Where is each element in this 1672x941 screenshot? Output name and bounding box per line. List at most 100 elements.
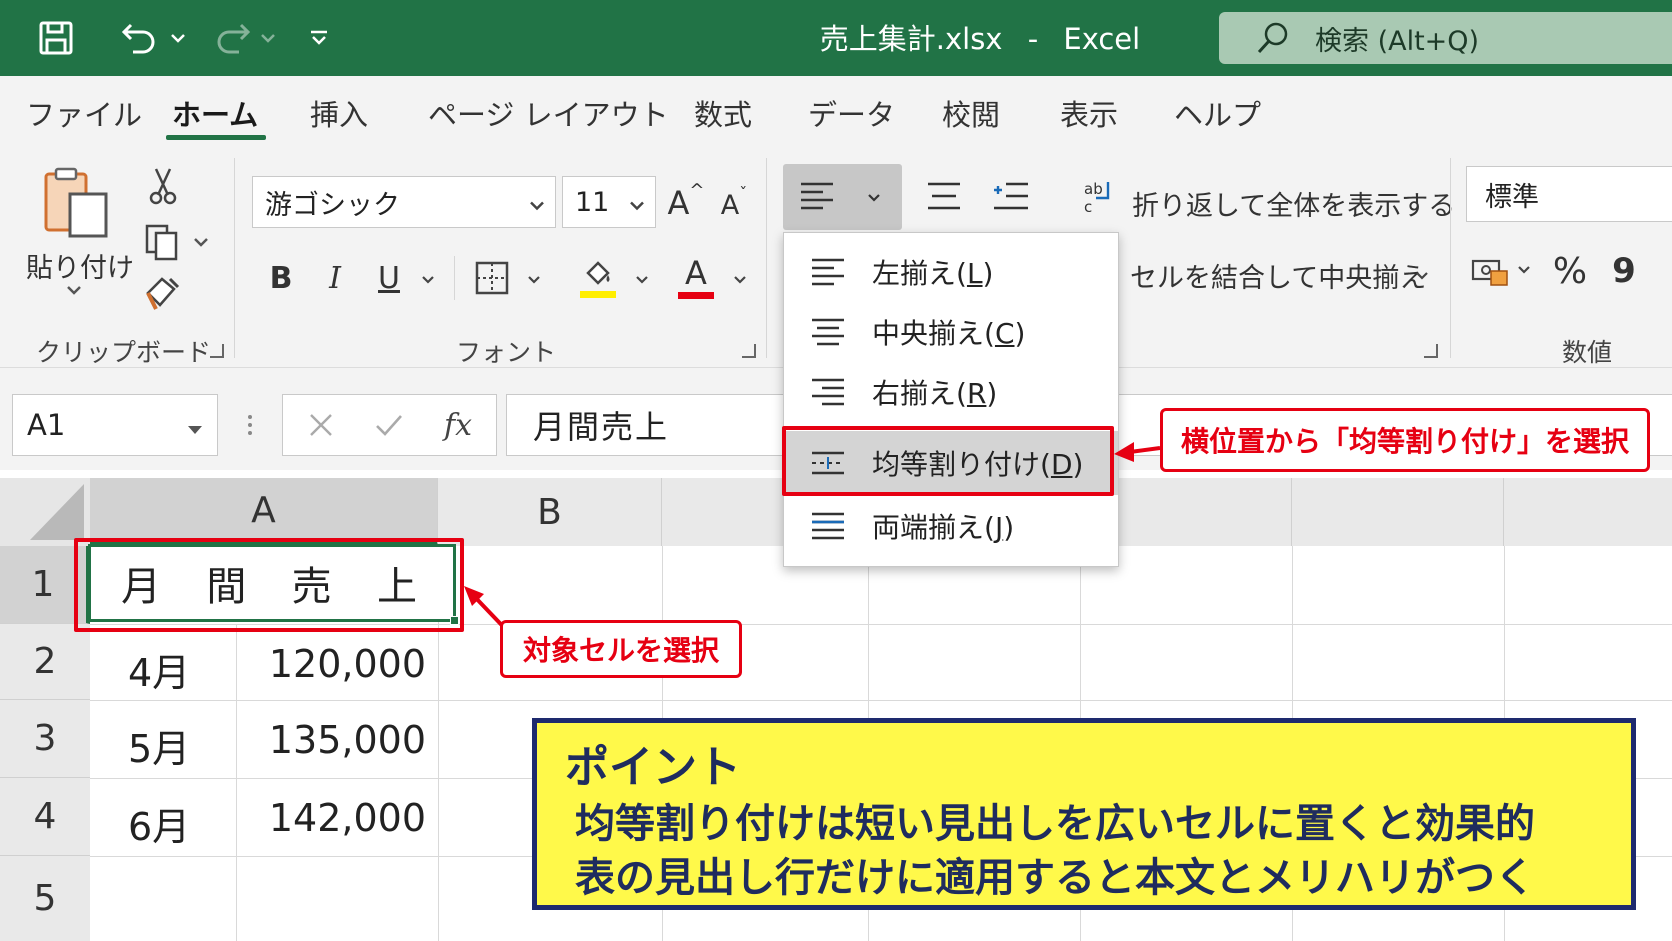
format-painter-icon[interactable]: [142, 274, 182, 314]
select-all-button[interactable]: [0, 478, 90, 546]
merge-center-button[interactable]: セルを結合して中央揃え: [1130, 256, 1426, 295]
column-header-f[interactable]: [1292, 478, 1504, 546]
column-header-a[interactable]: A: [90, 478, 438, 546]
paste-button[interactable]: 貼り付け: [26, 246, 134, 285]
search-box[interactable]: 検索 (Alt+Q): [1219, 12, 1672, 64]
menu-item-accesskey: R: [966, 377, 987, 410]
cancel-entry-icon[interactable]: [303, 407, 339, 443]
increase-font-size-icon[interactable]: A ^: [666, 180, 706, 226]
cell-month[interactable]: 4月: [128, 642, 190, 697]
title-separator: -: [1027, 22, 1039, 56]
font-name-chevron-icon[interactable]: [529, 187, 545, 218]
decrease-font-size-icon[interactable]: Aˇ: [716, 184, 752, 226]
undo-icon[interactable]: [118, 14, 162, 62]
active-tab-indicator: [166, 135, 266, 140]
cell-amount[interactable]: 142,000: [269, 796, 426, 840]
search-icon: [1253, 18, 1293, 58]
vertical-align-icon[interactable]: [924, 176, 964, 216]
accounting-format-icon[interactable]: [1470, 252, 1510, 292]
point-title: ポイント: [565, 742, 741, 793]
borders-dropdown-chevron-icon[interactable]: [524, 272, 544, 286]
menu-item-justify[interactable]: 両端揃え(J): [784, 497, 1118, 555]
cell-month[interactable]: 5月: [128, 718, 190, 773]
column-header-b[interactable]: B: [438, 478, 662, 546]
accounting-format-chevron-icon[interactable]: [1514, 262, 1534, 276]
column-header-g[interactable]: [1504, 478, 1672, 546]
tab-page-layout[interactable]: ページ レイアウト: [428, 92, 669, 134]
group-separator: [234, 158, 235, 358]
redo-dropdown-chevron-icon[interactable]: [256, 14, 280, 62]
formula-bar-resize-handle-icon[interactable]: [240, 408, 260, 442]
ribbon-tabs: ファイル ホーム 挿入 ページ レイアウト 数式 データ 校閲 表示 ヘルプ: [0, 76, 1672, 142]
font-size-combo[interactable]: 11: [562, 176, 656, 228]
insert-function-button[interactable]: fx: [437, 405, 479, 445]
tab-help[interactable]: ヘルプ: [1174, 92, 1261, 134]
point-line: 均等割り付けは短い見出しを広いセルに置くと効果的: [575, 801, 1535, 847]
font-group-label: フォント: [456, 338, 557, 367]
font-color-dropdown-chevron-icon[interactable]: [730, 272, 750, 286]
copy-icon[interactable]: [142, 222, 182, 262]
increase-indent-icon[interactable]: [990, 176, 1032, 216]
horizontal-align-button[interactable]: [783, 164, 902, 230]
tab-home[interactable]: ホーム: [172, 92, 258, 134]
wrap-text-button[interactable]: 折り返して全体を表示する: [1132, 184, 1455, 223]
horizontal-align-menu: 左揃え(L) 中央揃え(C) 右揃え(R) 均等割り付け(D) 両端揃え(J): [783, 232, 1119, 567]
copy-dropdown-chevron-icon[interactable]: [190, 234, 212, 250]
cell-amount[interactable]: 135,000: [269, 718, 426, 762]
font-name-combo[interactable]: 游ゴシック: [252, 176, 556, 228]
undo-dropdown-chevron-icon[interactable]: [166, 14, 190, 62]
align-justify-icon: [812, 512, 844, 540]
point-note-box: ポイント 均等割り付けは短い見出しを広いセルに置くと効果的 表の見出し行だけに適…: [532, 718, 1636, 910]
merge-center-chevron-icon[interactable]: [1412, 268, 1432, 282]
tab-formulas[interactable]: 数式: [694, 92, 752, 134]
borders-icon[interactable]: [472, 256, 512, 300]
save-icon[interactable]: [34, 14, 78, 62]
comma-style-button[interactable]: 9: [1606, 246, 1642, 296]
tab-review[interactable]: 校閲: [942, 92, 1000, 134]
alignment-dialog-launcher-icon[interactable]: [1424, 344, 1438, 358]
row-header-3[interactable]: 3: [0, 700, 90, 778]
percent-style-button[interactable]: %: [1548, 246, 1592, 296]
tab-insert[interactable]: 挿入: [310, 92, 368, 134]
row-header-5[interactable]: 5: [0, 856, 90, 941]
menu-item-accesskey: C: [994, 317, 1015, 350]
font-color-icon[interactable]: A: [676, 252, 716, 302]
cell-month[interactable]: 6月: [128, 796, 190, 851]
menu-item-label: 左揃え(: [872, 257, 967, 290]
font-dialog-launcher-icon[interactable]: [742, 344, 756, 358]
row-header-2[interactable]: 2: [0, 624, 90, 700]
customize-qat-icon[interactable]: [304, 14, 334, 62]
tab-data[interactable]: データ: [808, 92, 895, 134]
underline-button[interactable]: U: [372, 256, 406, 300]
clipboard-dialog-launcher-icon[interactable]: [210, 344, 224, 358]
italic-button[interactable]: I: [318, 256, 352, 300]
application-name: Excel: [1063, 22, 1141, 56]
name-box-value: A1: [27, 408, 66, 442]
menu-item-align-right[interactable]: 右揃え(R): [784, 363, 1118, 421]
menu-item-align-left[interactable]: 左揃え(L): [784, 243, 1118, 301]
number-format-combo[interactable]: 標準: [1466, 166, 1672, 222]
bold-button[interactable]: B: [264, 256, 298, 300]
font-color-swatch: [678, 291, 714, 299]
fill-color-dropdown-chevron-icon[interactable]: [632, 272, 652, 286]
cell-amount[interactable]: 120,000: [269, 642, 426, 686]
cut-icon[interactable]: [146, 166, 180, 206]
underline-dropdown-chevron-icon[interactable]: [418, 272, 438, 286]
menu-item-align-center[interactable]: 中央揃え(C): [784, 303, 1118, 361]
font-size-chevron-icon[interactable]: [629, 187, 645, 218]
tab-file[interactable]: ファイル: [26, 92, 142, 134]
menu-item-label-end: ): [982, 257, 994, 290]
name-box-chevron-icon[interactable]: [187, 408, 203, 442]
paste-dropdown-chevron-icon[interactable]: [62, 282, 86, 298]
paste-icon[interactable]: [40, 164, 112, 242]
row-header-4[interactable]: 4: [0, 778, 90, 856]
clipboard-group-label: クリップボード: [36, 338, 212, 367]
svg-text:ab: ab: [1084, 180, 1103, 198]
name-box[interactable]: A1: [12, 394, 218, 456]
wrap-text-icon[interactable]: ab c: [1080, 176, 1120, 218]
tab-view[interactable]: 表示: [1060, 92, 1118, 134]
fill-color-icon[interactable]: [578, 252, 618, 302]
horizontal-align-chevron-icon: [863, 190, 885, 204]
confirm-entry-icon[interactable]: [371, 407, 407, 443]
redo-icon[interactable]: [210, 14, 254, 62]
